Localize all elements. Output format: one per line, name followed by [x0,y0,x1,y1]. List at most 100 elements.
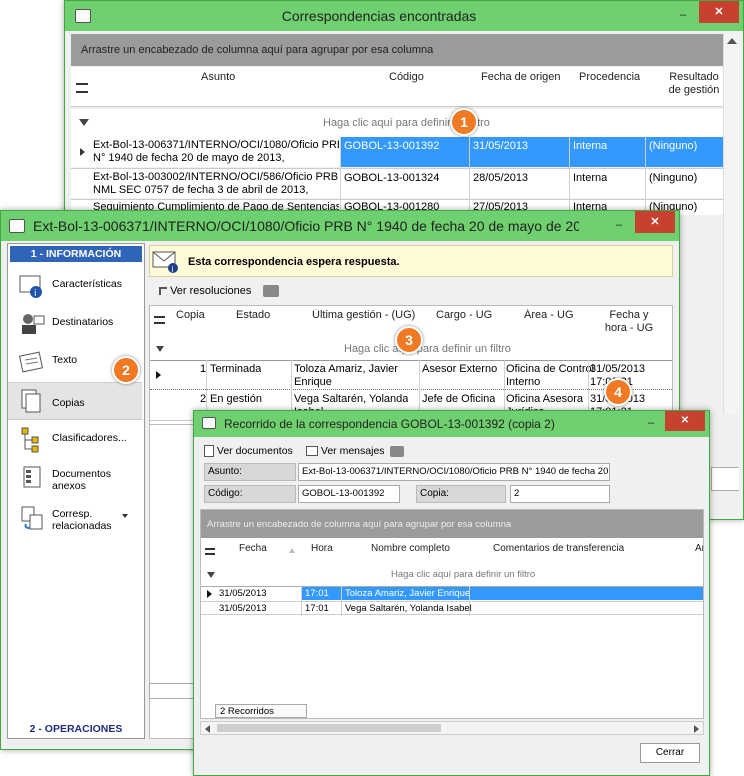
resolutions-icon [159,287,167,296]
cell-estado: En gestión [210,393,262,405]
minimize-icon[interactable]: – [639,411,663,435]
col-fecha-origen[interactable]: Fecha de origen [481,71,561,84]
row-indicator-icon [207,590,212,598]
scroll-left-icon[interactable] [205,725,210,733]
scroll-up-icon[interactable] [727,38,737,44]
column-divider [469,137,470,217]
step-badge-3: 3 [395,326,423,354]
col-ar[interactable]: Ar [695,542,703,555]
scroll-thumb[interactable] [217,724,441,732]
group-panel[interactable]: Arrastre un encabezado de columna aquí p… [201,510,703,538]
nav-destinatarios[interactable]: Destinatarios [8,306,142,344]
ver-documentos-button[interactable]: Ver documentos [204,441,293,461]
asunto-label: Asunto: [204,463,296,481]
col-fecha-hora[interactable]: Fecha y hora - UG [598,309,660,335]
close-icon[interactable]: ✕ [635,211,675,233]
column-divider [340,137,341,217]
column-divider [569,137,570,217]
window-title: Correspondencias encontradas [281,8,477,24]
col-nombre[interactable]: Nombre completo [371,542,450,555]
title-bar[interactable]: Correspondencias encontradas – ✕ [65,1,743,31]
cell-ug: Toloza Amariz, Javier Enrique [294,363,398,388]
section-informacion[interactable]: 1 - INFORMACIÓN [10,246,142,262]
horizontal-scrollbar[interactable] [200,721,704,735]
ver-resoluciones-button[interactable]: Ver resoluciones [159,281,251,301]
nav-copias[interactable]: Copias [8,382,142,420]
cell-estado: Terminada [210,363,262,375]
close-icon[interactable]: ✕ [699,1,739,23]
print-button[interactable] [390,441,404,461]
printer-icon [263,285,279,298]
filter-hint[interactable]: Haga clic aquí para definir un filtro [391,568,535,581]
nav-clasificadores[interactable]: Clasificadores... [8,422,142,460]
cell-hora: 17:01 [305,588,329,599]
nav-corresp-relacionadas[interactable]: Corresp. relacionadas [8,500,142,538]
column-chooser-icon[interactable] [76,83,88,93]
col-hora[interactable]: Hora [311,542,333,555]
cell-cargo: Asesor Externo [422,363,498,375]
title-bar[interactable]: Recorrido de la correspondencia GOBOL-13… [194,411,709,437]
minimize-icon[interactable]: – [607,211,631,239]
cell-procedencia: Interna [573,140,608,152]
step-badge-1: 1 [450,108,478,136]
row-indicator-icon [80,148,85,156]
cell-resultado: (Ninguno) [649,172,698,184]
filter-row[interactable]: Haga clic aquí para definir un filtro [71,109,723,137]
filter-icon [156,346,164,352]
print-button[interactable] [263,281,279,301]
col-resultado[interactable]: Resultado de gestión [665,71,723,97]
related-correspondence-icon [21,506,43,530]
banner-text: Esta correspondencia espera respuesta. [188,256,400,268]
col-codigo[interactable]: Código [389,71,424,84]
right-edge-button[interactable] [711,467,739,491]
sort-asc-icon [289,548,295,553]
filter-hint[interactable]: Haga clic aquí para definir un filtro [344,343,511,356]
col-asunto[interactable]: Asunto [201,71,235,84]
ver-mensajes-button[interactable]: Ver mensajes [306,441,385,461]
codigo-field[interactable]: GOBOL-13-001392 [298,485,400,503]
cell-asunto: Ext-Bol-13-006371/INTERNO/OCI/1080/Ofici… [93,139,339,164]
group-panel[interactable]: Arrastre un encabezado de columna aquí p… [71,34,723,66]
minimize-icon[interactable]: – [671,1,695,29]
scroll-right-icon[interactable] [694,725,699,733]
copias-grid: Copia Estado Última gestión - (UG) Cargo… [149,305,673,425]
table-row[interactable]: 1 Terminada Toloza Amariz, Javier Enrique… [150,360,672,390]
cell-codigo: GOBOL-13-001392 [344,140,440,152]
section-operaciones[interactable]: 2 - OPERACIONES [10,722,142,736]
sidebar: 1 - INFORMACIÓN i Características Destin… [7,243,145,739]
close-icon[interactable]: ✕ [665,411,705,431]
cell-cargo: Jefe de Oficina [422,393,496,405]
title-bar[interactable]: Ext-Bol-13-006371/INTERNO/OCI/1080/Ofici… [1,211,679,241]
col-procedencia[interactable]: Procedencia [579,71,640,84]
table-row[interactable]: Ext-Bol-13-006371/INTERNO/OCI/1080/Ofici… [71,137,723,167]
table-row[interactable]: 31/05/2013 17:01 Vega Saltarén, Yolanda … [201,601,703,615]
cell-codigo: GOBOL-13-001324 [344,172,440,184]
asunto-field[interactable]: Ext-Bol-13-006371/INTERNO/OCI/1080/Ofici… [298,463,610,481]
horizontal-scrollbar[interactable] [149,683,195,699]
col-copia[interactable]: Copia [176,309,205,322]
table-row[interactable]: Ext-Bol-13-003002/INTERNO/OCI/586/Oficio… [71,168,723,198]
svg-text:i: i [34,289,37,299]
col-fecha[interactable]: Fecha [239,542,267,555]
scrollbar-vertical[interactable] [723,34,739,414]
filter-icon [207,572,215,578]
table-row[interactable]: 31/05/2013 17:01 Toloza Amariz, Javier E… [201,586,703,600]
column-chooser-icon[interactable] [154,316,165,324]
nav-caracteristicas[interactable]: i Características [8,268,142,306]
nav-documentos-anexos[interactable]: Documentos anexos [8,460,142,498]
col-comentarios[interactable]: Comentarios de transferencia [493,542,624,555]
cerrar-button[interactable]: Cerrar [640,743,700,763]
copia-field[interactable]: 2 [510,485,610,503]
dropdown-arrow-icon[interactable] [122,514,128,518]
text-document-icon [18,351,44,373]
col-cargo[interactable]: Cargo - UG [436,309,492,322]
app-icon [202,417,216,429]
status-bar: 2 Recorridos [215,704,307,718]
app-icon [75,9,91,23]
col-ultima-gestion[interactable]: Última gestión - (UG) [312,309,415,322]
cell-hora: 17:01 [305,603,329,614]
app-icon [9,219,25,233]
column-chooser-icon[interactable] [205,548,215,555]
col-area[interactable]: Área - UG [524,309,574,322]
col-estado[interactable]: Estado [236,309,270,322]
